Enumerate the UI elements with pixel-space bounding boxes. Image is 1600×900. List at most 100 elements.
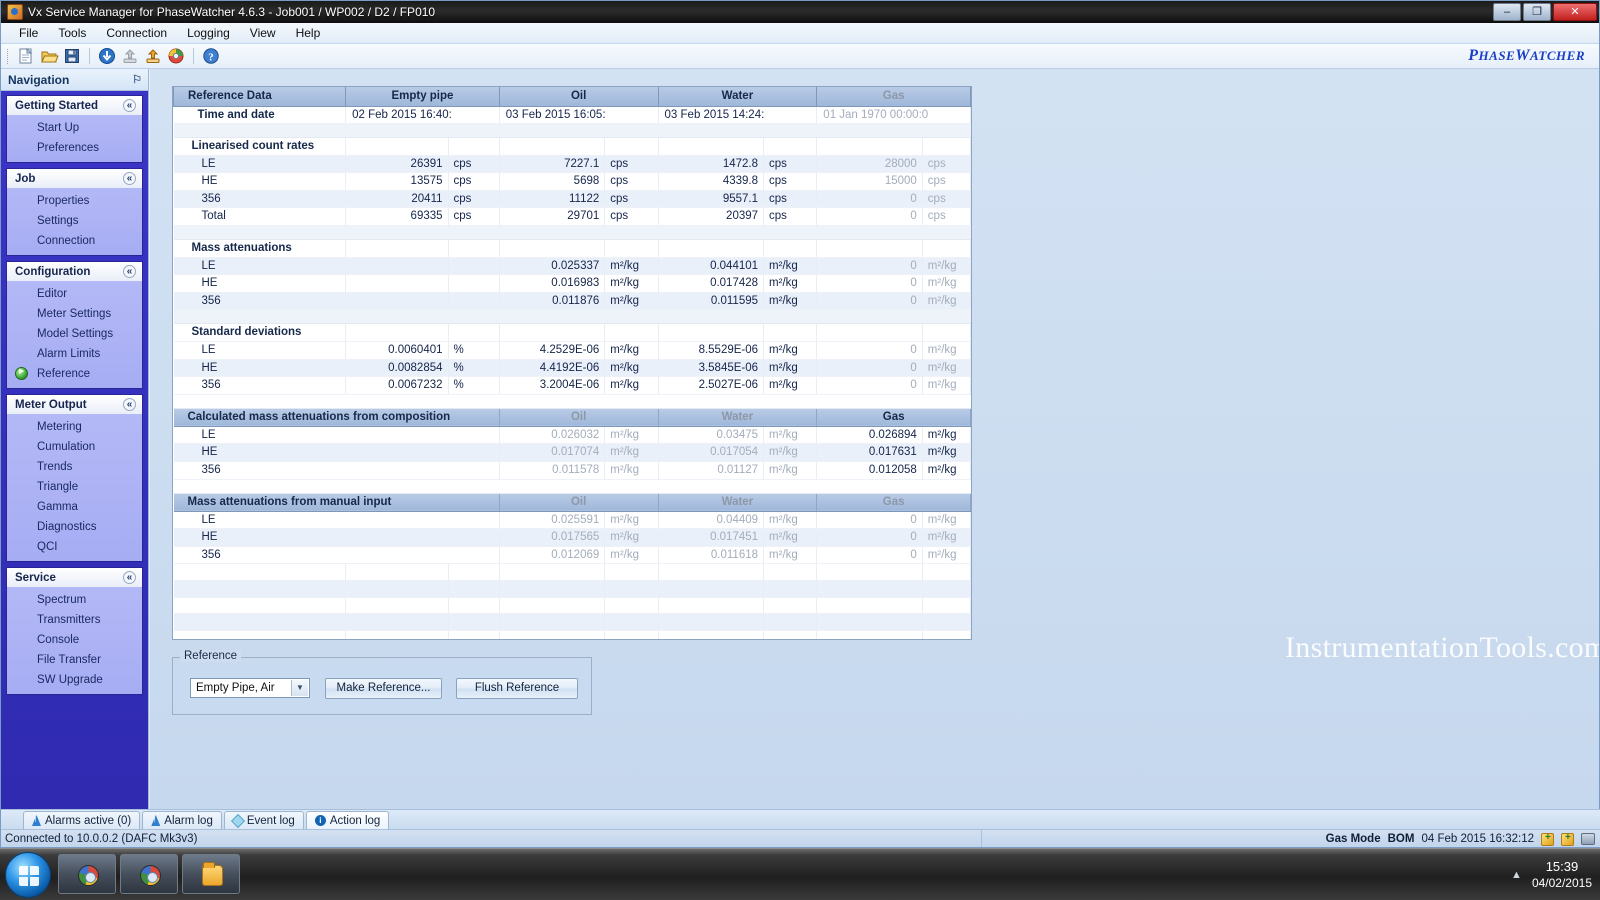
empty-cell bbox=[658, 323, 765, 343]
table-row[interactable]: LE 0.025337 m²/kg 0.044101 m²/kg 0 m²/kg bbox=[173, 257, 971, 276]
sidebar-item-diagnostics[interactable]: Diagnostics bbox=[7, 517, 142, 537]
menu-tools[interactable]: Tools bbox=[48, 24, 96, 42]
start-button[interactable] bbox=[5, 852, 51, 898]
table-row[interactable]: Total 69335 cps 29701 cps 20397 cps 0 cps bbox=[173, 207, 971, 227]
table-row[interactable]: HE 0.016983 m²/kg 0.017428 m²/kg 0 m²/kg bbox=[173, 274, 971, 293]
menu-logging[interactable]: Logging bbox=[177, 24, 240, 42]
taskbar-app-chrome-1[interactable] bbox=[58, 854, 116, 894]
download-icon[interactable] bbox=[97, 46, 117, 66]
spacer-cell bbox=[922, 225, 971, 241]
table-row[interactable]: LE 0.026032 m²/kg 0.03475 m²/kg 0.026894 m²/kg bbox=[173, 426, 971, 445]
cell-value: 0 bbox=[816, 292, 923, 311]
sidebar-item-qci[interactable]: QCI bbox=[7, 537, 142, 557]
nav-group-header[interactable]: Job « bbox=[7, 169, 142, 188]
header-water[interactable]: Water bbox=[657, 87, 818, 107]
menu-connection[interactable]: Connection bbox=[96, 24, 177, 42]
table-row[interactable]: 356 20411 cps 11122 cps 9557.1 cps 0 cps bbox=[173, 190, 971, 209]
sidebar-item-editor[interactable]: Editor bbox=[7, 284, 142, 304]
nav-group-header[interactable]: Getting Started « bbox=[7, 96, 142, 115]
pin-icon[interactable]: ⚐ bbox=[132, 73, 142, 86]
section-title: Mass attenuations from manual input bbox=[173, 492, 500, 512]
content-area: InstrumentationTools.com Reference Data … bbox=[150, 69, 1599, 819]
show-hidden-icons-icon[interactable]: ▲ bbox=[1511, 869, 1522, 881]
nav-group-header[interactable]: Service « bbox=[7, 568, 142, 587]
sidebar-item-cumulation[interactable]: Cumulation bbox=[7, 437, 142, 457]
maximize-button[interactable]: ❐ bbox=[1523, 3, 1551, 21]
cell-unit: % bbox=[448, 376, 500, 395]
table-row[interactable]: 356 0.011876 m²/kg 0.011595 m²/kg 0 m²/kg bbox=[173, 292, 971, 311]
sidebar-item-gamma[interactable]: Gamma bbox=[7, 497, 142, 517]
header-oil[interactable]: Oil bbox=[498, 87, 659, 107]
sidebar-item-settings[interactable]: Settings bbox=[7, 211, 142, 231]
refresh-icon[interactable] bbox=[166, 46, 186, 66]
nav-group-header[interactable]: Meter Output « bbox=[7, 395, 142, 414]
new-document-icon[interactable] bbox=[16, 46, 36, 66]
save-disk-icon[interactable] bbox=[62, 46, 82, 66]
table-row[interactable]: 356 0.0067232% 3.2004E-06 m²/kg 2.5027E-06 m²… bbox=[173, 376, 971, 395]
sidebar-item-triangle[interactable]: Triangle bbox=[7, 477, 142, 497]
chevron-up-icon[interactable]: « bbox=[123, 265, 136, 278]
flush-reference-button[interactable]: Flush Reference bbox=[456, 678, 578, 699]
tab-alarms-active-0[interactable]: Alarms active (0) bbox=[23, 811, 141, 829]
sidebar-item-preferences[interactable]: Preferences bbox=[7, 138, 142, 158]
spacer-cell bbox=[658, 123, 764, 139]
sidebar-item-reference[interactable]: Reference bbox=[7, 364, 142, 384]
sidebar-item-console[interactable]: Console bbox=[7, 630, 142, 650]
table-row[interactable]: HE 0.017074 m²/kg 0.017054 m²/kg 0.017631 m²/k… bbox=[173, 443, 971, 462]
chevron-up-icon[interactable]: « bbox=[123, 571, 136, 584]
sidebar-item-start-up[interactable]: Start Up bbox=[7, 118, 142, 138]
reference-data-grid[interactable]: Reference Data Empty pipe Oil Water Gas … bbox=[172, 86, 972, 640]
toolbar-grip[interactable] bbox=[7, 48, 10, 64]
sidebar-item-trends[interactable]: Trends bbox=[7, 457, 142, 477]
menu-view[interactable]: View bbox=[240, 24, 286, 42]
header-reference-data[interactable]: Reference Data bbox=[173, 87, 347, 107]
table-row[interactable]: LE 0.0060401% 4.2529E-06 m²/kg 8.5529E-06 m²/… bbox=[173, 341, 971, 360]
sidebar-item-model-settings[interactable]: Model Settings bbox=[7, 324, 142, 344]
sidebar-item-metering[interactable]: Metering bbox=[7, 417, 142, 437]
menu-file[interactable]: File bbox=[9, 24, 48, 42]
table-row[interactable]: LE 26391 cps 7227.1 cps 1472.8 cps 28000 cps bbox=[173, 155, 971, 174]
chevron-up-icon[interactable]: « bbox=[123, 172, 136, 185]
minimize-button[interactable]: – bbox=[1493, 3, 1521, 21]
table-row[interactable]: HE 0.017565 m²/kg 0.017451 m²/kg 0 m²/kg bbox=[173, 528, 971, 547]
tab-action-log[interactable]: i Action log bbox=[305, 811, 390, 829]
header-gas[interactable]: Gas bbox=[816, 87, 971, 107]
sidebar-item-meter-settings[interactable]: Meter Settings bbox=[7, 304, 142, 324]
empty-cell bbox=[448, 580, 500, 598]
sidebar-item-sw-upgrade[interactable]: SW Upgrade bbox=[7, 670, 142, 690]
table-row[interactable]: Time and date 02 Feb 2015 16:40: 03 Feb 20… bbox=[173, 106, 971, 125]
taskbar-app-explorer[interactable] bbox=[182, 854, 240, 894]
close-button[interactable]: ✕ bbox=[1553, 3, 1597, 21]
help-icon[interactable]: ? bbox=[201, 46, 221, 66]
header-empty-pipe[interactable]: Empty pipe bbox=[345, 87, 500, 107]
nav-group-header[interactable]: Configuration « bbox=[7, 262, 142, 281]
upload-icon[interactable] bbox=[143, 46, 163, 66]
sidebar-item-spectrum[interactable]: Spectrum bbox=[7, 590, 142, 610]
menu-help[interactable]: Help bbox=[286, 24, 331, 42]
table-row[interactable]: LE 0.025591 m²/kg 0.04409 m²/kg 0 m²/kg bbox=[173, 511, 971, 530]
sidebar-item-file-transfer[interactable]: File Transfer bbox=[7, 650, 142, 670]
chevron-up-icon[interactable]: « bbox=[123, 99, 136, 112]
chevron-down-icon[interactable]: ▼ bbox=[291, 680, 308, 696]
sidebar-item-transmitters[interactable]: Transmitters bbox=[7, 610, 142, 630]
table-row[interactable]: 356 0.012069 m²/kg 0.011618 m²/kg 0 m²/kg bbox=[173, 546, 971, 565]
cell-value: 8.5529E-06 bbox=[658, 341, 765, 360]
open-folder-icon[interactable] bbox=[39, 46, 59, 66]
sidebar-item-alarm-limits[interactable]: Alarm Limits bbox=[7, 344, 142, 364]
tab-alarm-log[interactable]: Alarm log bbox=[142, 811, 222, 829]
sidebar-item-connection[interactable]: Connection bbox=[7, 231, 142, 251]
tab-event-log[interactable]: Event log bbox=[223, 811, 304, 829]
sidebar-item-properties[interactable]: Properties bbox=[7, 191, 142, 211]
table-row[interactable]: Linearised count rates bbox=[173, 137, 971, 156]
table-row[interactable]: Mass attenuations bbox=[173, 239, 971, 258]
table-row[interactable]: 356 0.011578 m²/kg 0.01127 m²/kg 0.012058 m²/k… bbox=[173, 461, 971, 480]
taskbar-clock[interactable]: 15:39 04/02/2015 bbox=[1532, 859, 1592, 891]
table-row[interactable]: Standard deviations bbox=[173, 323, 971, 343]
navigation-header: Navigation ⚐ bbox=[1, 69, 148, 91]
table-row[interactable]: HE 13575 cps 5698 cps 4339.8 cps 15000 cps bbox=[173, 172, 971, 191]
make-reference-button[interactable]: Make Reference... bbox=[325, 678, 442, 699]
table-row[interactable]: HE 0.0082854% 4.4192E-06 m²/kg 3.5845E-06 m²/… bbox=[173, 359, 971, 378]
reference-type-select[interactable]: Empty Pipe, Air ▼ bbox=[190, 678, 310, 698]
chevron-up-icon[interactable]: « bbox=[123, 398, 136, 411]
taskbar-app-chrome-2[interactable] bbox=[120, 854, 178, 894]
